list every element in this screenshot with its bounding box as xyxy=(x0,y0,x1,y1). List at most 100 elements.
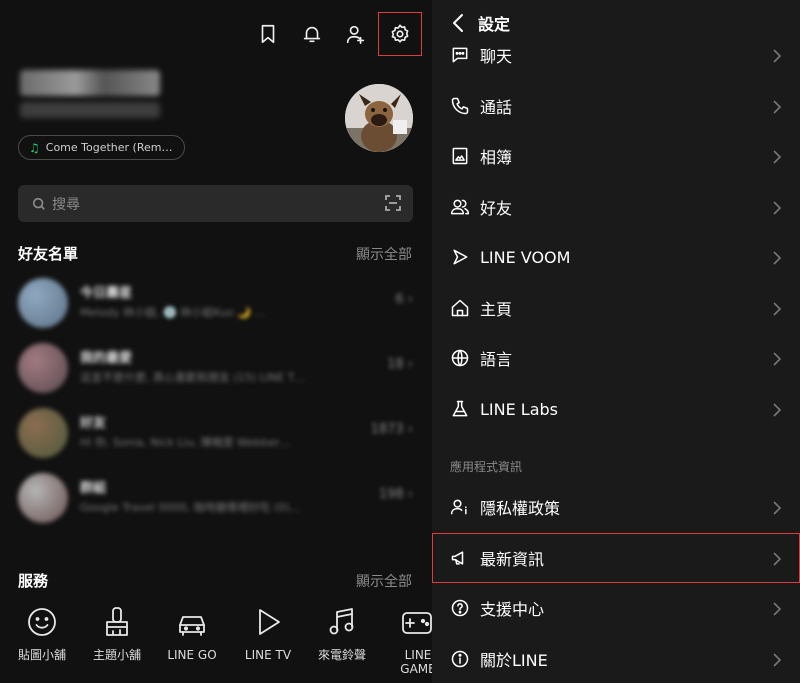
friend-group-name: 好友 xyxy=(80,416,107,431)
music-note-icon xyxy=(329,608,354,635)
settings-row-label: 支援中心 xyxy=(480,600,545,619)
settings-row-globe[interactable]: 語言 xyxy=(432,333,800,383)
service-theme-shop[interactable]: 主題小舖 xyxy=(77,605,157,662)
friend-group-row[interactable]: 今日壽星 Melody 林小姐, 💿 林小姐Kuo 🌙 … 6 › xyxy=(18,278,413,330)
chevron-right-icon xyxy=(773,501,782,515)
settings-panel: 設定 聊天 通話 相簿 好友 LINE VOOM 主頁 語言 LINE Labs 應用程式資訊… xyxy=(432,0,800,683)
home-panel: ♫ Come Together (Rem… 搜尋 好友名單 顯示全部 今日壽星 M… xyxy=(0,0,432,683)
settings-row-info[interactable]: 關於LINE xyxy=(432,634,800,683)
friend-group-preview: Hi 你, Sonia, Nick Liu, 陳曉雯 Webber… xyxy=(80,436,291,448)
settings-row-privacy[interactable]: 隱私權政策 xyxy=(432,482,800,532)
profile-avatar[interactable] xyxy=(345,84,413,152)
info-icon xyxy=(451,650,469,668)
service-label: LINE TV xyxy=(244,648,292,662)
flask-icon xyxy=(452,400,468,417)
music-chip-label: Come Together (Rem… xyxy=(45,141,173,154)
help-icon xyxy=(451,599,469,617)
settings-row-voom[interactable]: LINE VOOM xyxy=(432,232,800,282)
friend-group-avatar xyxy=(18,278,68,328)
qr-scan-button[interactable] xyxy=(385,195,401,211)
row-chevron xyxy=(772,351,782,366)
car-icon xyxy=(179,616,205,636)
settings-row-label: LINE VOOM xyxy=(480,247,571,267)
megaphone-icon xyxy=(451,551,464,565)
service-line-game[interactable]: LINE GAME xyxy=(377,605,432,676)
friend-group-avatar xyxy=(18,343,68,393)
bookmark-button[interactable] xyxy=(246,12,290,56)
friends-show-all-link[interactable]: 顯示全部 xyxy=(356,244,412,264)
row-chevron xyxy=(772,601,782,616)
settings-row-label: 通話 xyxy=(480,98,513,117)
page-title: 設定 xyxy=(478,15,511,34)
dog-photo xyxy=(345,84,413,152)
settings-row-album[interactable]: 相簿 xyxy=(432,131,800,181)
service-line-tv[interactable]: LINE TV xyxy=(228,605,308,662)
chevron-right-icon xyxy=(773,201,782,215)
settings-row-friends[interactable]: 好友 xyxy=(432,182,800,232)
services-row: 貼圖小舖 主題小舖 LINE GO LINE TV 來電鈴聲 LINE GAME xyxy=(0,605,432,683)
service-label: LINE GO xyxy=(167,648,217,662)
friend-group-preview: Melody 林小姐, 💿 林小姐Kuo 🌙 … xyxy=(80,306,266,318)
notifications-button[interactable] xyxy=(290,12,334,56)
friend-group-count: 198 › xyxy=(378,487,413,502)
settings-row-flask[interactable]: LINE Labs xyxy=(432,384,800,434)
friend-group-count: 18 › xyxy=(387,357,413,372)
friend-group-row[interactable]: 群組 Google Travel 0000, 咖啡廳哪裡好吃 (0)… 198 › xyxy=(18,473,413,525)
home-icon xyxy=(451,299,469,317)
chevron-right-icon xyxy=(773,552,782,566)
row-chevron xyxy=(772,48,782,63)
service-label: LINE GAME xyxy=(400,648,432,676)
back-button[interactable] xyxy=(448,12,470,34)
row-chevron xyxy=(772,500,782,515)
gamepad-icon xyxy=(402,612,432,634)
services-show-all-link[interactable]: 顯示全部 xyxy=(356,571,412,591)
service-ringtones[interactable]: 來電鈴聲 xyxy=(302,605,382,662)
chevron-right-icon xyxy=(773,49,782,63)
brush-icon xyxy=(106,607,128,636)
chevron-right-icon xyxy=(773,403,782,417)
row-chevron xyxy=(772,99,782,114)
profile-music-chip[interactable]: ♫ Come Together (Rem… xyxy=(18,135,186,160)
profile-status-blurred xyxy=(20,102,160,118)
service-line-go[interactable]: LINE GO xyxy=(152,605,232,662)
friend-search-bar[interactable]: 搜尋 xyxy=(18,185,413,222)
settings-row-phone[interactable]: 通話 xyxy=(432,81,800,131)
chevron-left-icon xyxy=(453,14,463,32)
settings-row-megaphone[interactable]: 最新資訊 xyxy=(432,533,800,583)
settings-row-label: 好友 xyxy=(480,199,513,218)
settings-button[interactable] xyxy=(378,12,422,56)
friend-group-row[interactable]: 我的最愛 這並不是什麼, 真心喜歡和朋友 (15) LINE T… 18 › xyxy=(18,343,413,395)
bell-icon xyxy=(303,26,321,43)
settings-row-label: 隱私權政策 xyxy=(480,499,561,518)
settings-row-home[interactable]: 主頁 xyxy=(432,283,800,333)
row-chevron xyxy=(772,551,782,566)
chevron-right-icon xyxy=(773,302,782,316)
phone-icon xyxy=(451,97,469,115)
settings-header: 設定 xyxy=(432,0,800,46)
chevron-right-icon xyxy=(773,251,782,265)
friend-group-count: 1873 › xyxy=(370,422,413,437)
friends-section-title: 好友名單 xyxy=(18,245,79,263)
bookmark-icon xyxy=(261,24,275,44)
settings-row-label: 關於LINE xyxy=(480,651,548,670)
row-chevron xyxy=(772,149,782,164)
friend-group-avatar xyxy=(18,473,68,523)
row-chevron xyxy=(772,402,782,417)
row-chevron xyxy=(772,652,782,667)
service-label: 主題小舖 xyxy=(92,648,141,662)
add-friend-button[interactable] xyxy=(334,12,378,56)
settings-row-help[interactable]: 支援中心 xyxy=(432,583,800,633)
settings-row-label: 最新資訊 xyxy=(480,550,545,569)
service-sticker-shop[interactable]: 貼圖小舖 xyxy=(2,605,82,662)
privacy-icon xyxy=(450,499,467,515)
globe-icon xyxy=(451,349,469,367)
friend-group-preview: Google Travel 0000, 咖啡廳哪裡好吃 (0)… xyxy=(80,501,301,513)
search-icon xyxy=(32,197,45,210)
settings-row-label: LINE Labs xyxy=(480,399,559,419)
chevron-right-icon xyxy=(773,602,782,616)
top-toolbar xyxy=(246,12,422,56)
profile-name-blurred[interactable] xyxy=(20,70,160,96)
row-chevron xyxy=(772,200,782,215)
friend-group-row[interactable]: 好友 Hi 你, Sonia, Nick Liu, 陳曉雯 Webber… 1873… xyxy=(18,408,413,460)
friend-group-name: 今日壽星 xyxy=(80,286,133,301)
